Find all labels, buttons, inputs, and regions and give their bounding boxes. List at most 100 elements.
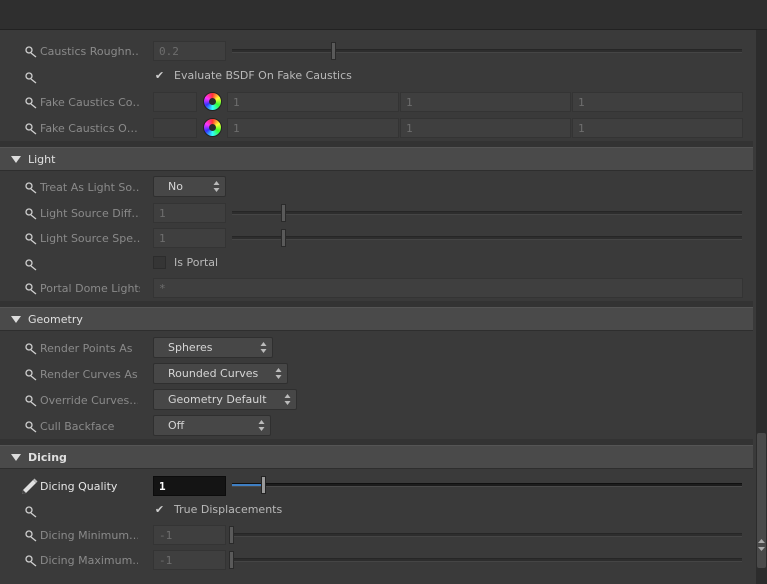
collapse-triangle-icon[interactable] [11,454,21,461]
color-wheel-icon[interactable] [203,92,222,111]
override-curves-label: Override Curves… [40,393,138,407]
updown-arrows-icon [213,180,220,193]
render-points-value: Spheres [168,341,213,354]
render-curves-value: Rounded Curves [168,367,259,380]
render-curves-menu[interactable]: Rounded Curves [153,363,288,384]
portal-dome-row: Portal Dome Lights * [0,277,753,299]
dicing-maximum-field[interactable]: -1 [153,550,226,570]
treat-as-light-row: Treat As Light So… No [0,176,753,198]
dicing-quality-slider[interactable] [232,483,742,487]
true-displacements-toggle[interactable]: ✔ True Displacements [153,503,282,516]
pin-icon[interactable] [24,281,38,295]
is-portal-row: Is Portal [0,253,753,273]
render-curves-label: Render Curves As [40,367,138,381]
treat-as-light-label: Treat As Light So… [40,180,140,194]
updown-arrows-icon [258,419,265,432]
fake-caustics-opacity-g[interactable]: 1 [400,118,571,138]
is-portal-checkbox[interactable] [153,256,166,269]
dicing-quality-fill [232,484,264,486]
scroll-resize-icon[interactable] [757,538,766,552]
section-dicing[interactable]: Dicing [0,445,753,469]
collapse-triangle-icon[interactable] [11,156,21,163]
fake-caustics-color-b[interactable]: 1 [572,92,743,112]
pin-icon[interactable] [24,44,38,58]
portal-dome-field[interactable]: * [153,278,743,298]
cull-backface-menu[interactable]: Off [153,415,271,436]
light-specular-handle[interactable] [281,229,286,247]
pin-icon[interactable] [24,180,38,194]
true-displacements-label: True Displacements [174,503,283,516]
dicing-quality-handle[interactable] [261,476,266,494]
override-curves-menu[interactable]: Geometry Default [153,389,297,410]
checkmark-icon[interactable]: ✔ [153,503,166,516]
light-specular-slider[interactable] [232,236,742,240]
light-specular-field[interactable]: 1 [153,228,226,248]
caustics-roughness-handle[interactable] [331,42,336,60]
updown-arrows-icon [284,393,291,406]
dicing-quality-field[interactable]: 1 [153,476,226,496]
pin-icon[interactable] [24,70,38,84]
light-diffuse-field[interactable]: 1 [153,203,226,223]
fake-caustics-opacity-swatch[interactable] [153,118,197,138]
enable-caustics-toggle[interactable]: Enable Caustics [150,20,263,32]
fake-caustics-opacity-r[interactable]: 1 [227,118,399,138]
gear-icon[interactable] [667,5,687,25]
light-diffuse-slider[interactable] [232,211,742,215]
section-light-title: Light [28,153,56,166]
pin-icon[interactable] [24,504,38,518]
caustics-roughness-field[interactable]: 0.2 [153,41,226,61]
pin-icon[interactable] [24,528,38,542]
fake-caustics-opacity-b[interactable]: 1 [572,118,743,138]
caustics-roughness-slider[interactable] [232,49,742,53]
svg-text:i: i [727,9,731,22]
fake-caustics-color-g[interactable]: 1 [400,92,571,112]
section-geometry[interactable]: Geometry [0,307,753,331]
updown-arrows-icon [260,341,267,354]
dicing-quality-label: Dicing Quality [40,479,118,493]
fake-caustics-opacity-row: Fake Caustics O… 1 1 1 [0,117,753,139]
pin-icon[interactable] [24,553,38,567]
section-light[interactable]: Light [0,147,753,171]
dicing-maximum-handle[interactable] [229,551,234,569]
light-diffuse-handle[interactable] [281,204,286,222]
pin-icon[interactable] [24,95,38,109]
node-type-icon[interactable] [5,6,22,23]
pin-icon[interactable] [24,341,38,355]
portal-dome-label: Portal Dome Lights [40,281,140,295]
evaluate-bsdf-toggle[interactable]: ✔ Evaluate BSDF On Fake Caustics [153,69,352,82]
enable-caustics-label: Enable Caustics [176,20,264,32]
render-points-menu[interactable]: Spheres [153,337,273,358]
fake-caustics-color-swatch[interactable] [153,92,197,112]
dicing-maximum-slider[interactable] [232,558,742,562]
help-icon[interactable]: ? [743,5,763,25]
dicing-minimum-slider[interactable] [232,533,742,537]
dicing-minimum-field[interactable]: -1 [153,525,226,545]
dicing-minimum-handle[interactable] [229,526,234,544]
treat-as-light-menu[interactable]: No [153,176,226,197]
pin-icon[interactable] [24,419,38,433]
pin-icon[interactable] [24,367,38,381]
pin-icon[interactable] [24,257,38,271]
cull-backface-row: Cull Backface Off [0,415,753,437]
is-portal-toggle[interactable]: Is Portal [153,256,218,269]
fake-caustics-color-r[interactable]: 1 [227,92,399,112]
pin-icon[interactable] [24,206,38,220]
true-displacements-row: ✔ True Displacements [0,500,753,520]
search-icon[interactable] [693,5,713,25]
info-icon[interactable]: i [719,5,739,25]
dicing-maximum-label: Dicing Maximum… [40,553,138,567]
vertical-scrollbar[interactable] [756,30,767,584]
pencil-icon[interactable] [19,477,39,495]
color-wheel-icon[interactable] [203,118,222,137]
dicing-minimum-label: Dicing Minimum… [40,528,138,542]
checkmark-icon[interactable]: ✔ [153,69,166,82]
pin-icon[interactable] [24,393,38,407]
collapse-triangle-icon[interactable] [11,316,21,323]
pin-icon[interactable] [24,121,38,135]
dicing-maximum-row: Dicing Maximum… -1 [0,549,753,571]
override-curves-row: Override Curves… Geometry Default [0,389,753,411]
caustics-roughness-row: Caustics Roughn… 0.2 [0,40,753,62]
fake-caustics-color-label: Fake Caustics Co… [40,95,140,109]
render-points-row: Render Points As Spheres [0,337,753,359]
pin-icon[interactable] [24,231,38,245]
